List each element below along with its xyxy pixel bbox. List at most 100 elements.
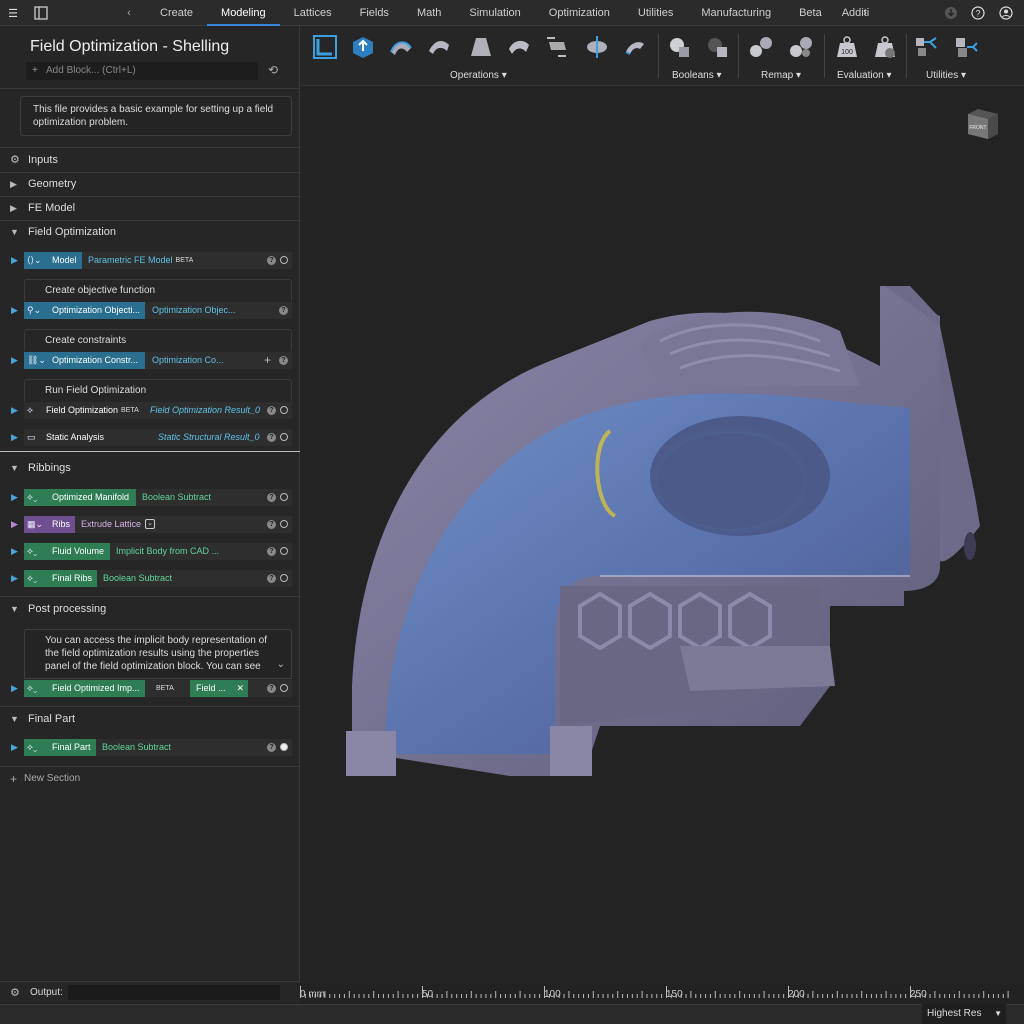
tab-create[interactable]: Create	[146, 0, 207, 26]
run-block-icon[interactable]: ▶	[11, 429, 18, 446]
boolean-union-icon[interactable]	[666, 34, 692, 60]
output-field[interactable]	[68, 985, 280, 1000]
tab-math[interactable]: Math	[403, 0, 455, 26]
constraint-icon: ⛓⌄	[27, 355, 46, 365]
tabs-scroll-left-icon[interactable]: ‹	[116, 0, 142, 26]
block-output-value: Boolean Subtract	[103, 573, 173, 583]
block-fluid-volume[interactable]: ▶ ⟡⌄ Fluid Volume Implicit Body from CAD…	[11, 543, 292, 560]
route-icon[interactable]	[914, 34, 940, 60]
help-icon[interactable]: ?	[267, 574, 276, 583]
help-icon[interactable]: ?	[279, 356, 288, 365]
help-icon[interactable]: ?	[267, 520, 276, 529]
tab-modeling[interactable]: Modeling	[207, 0, 280, 26]
account-icon[interactable]	[993, 0, 1019, 26]
group-evaluation[interactable]: Evaluation ▾	[837, 70, 892, 81]
block-optimization-objective[interactable]: ▶ ⚲⌄ Optimization Objecti... Optimizatio…	[11, 302, 292, 319]
smooth-icon[interactable]	[426, 34, 452, 60]
blend-icon[interactable]	[506, 34, 532, 60]
run-block-icon[interactable]: ▶	[11, 252, 18, 269]
boolean-icon: ⟡⌄	[27, 683, 38, 693]
help-icon[interactable]: ?	[267, 433, 276, 442]
ruler-label: 250	[910, 989, 927, 1000]
output-chip[interactable]: Field ... ✕	[190, 680, 248, 697]
section-fe-model[interactable]: ▶ FE Model	[0, 197, 300, 219]
run-block-icon[interactable]: ▶	[11, 516, 18, 533]
remap-field-icon[interactable]	[788, 34, 814, 60]
mass-weight-icon[interactable]: 100	[834, 34, 860, 60]
block-field-optimized-implicit[interactable]: ▶ ⟡⌄ Field Optimized Imp... BETA Field .…	[11, 680, 292, 697]
help-icon[interactable]: ?	[267, 493, 276, 502]
help-icon[interactable]: ?	[279, 306, 288, 315]
run-block-icon[interactable]: ▶	[11, 302, 18, 319]
run-block-icon[interactable]: ▶	[11, 570, 18, 587]
run-block-icon[interactable]: ▶	[11, 680, 18, 697]
group-utilities[interactable]: Utilities ▾	[926, 70, 966, 81]
add-icon[interactable]: +	[264, 352, 271, 369]
pipe-icon[interactable]	[622, 34, 648, 60]
shell-icon[interactable]	[312, 34, 338, 60]
block-chip: ⟡⌄ Optimized Manifold	[24, 489, 136, 506]
new-section-button[interactable]: + New Section	[0, 768, 300, 790]
evaluate-icon[interactable]	[872, 34, 898, 60]
section-geometry[interactable]: ▶ Geometry	[0, 173, 300, 195]
run-block-icon[interactable]: ▶	[11, 543, 18, 560]
3d-viewport[interactable]: FRONT	[300, 86, 1024, 984]
tab-lattices[interactable]: Lattices	[280, 0, 346, 26]
resolution-select[interactable]: Highest Res ▼	[922, 1004, 1006, 1024]
help-icon[interactable]: ?	[267, 684, 276, 693]
boolean-subtract-icon[interactable]	[704, 34, 730, 60]
fillet-icon[interactable]	[468, 34, 494, 60]
run-block-icon[interactable]: ▶	[11, 402, 18, 419]
transform-icon[interactable]	[544, 34, 570, 60]
group-booleans[interactable]: Booleans ▾	[672, 70, 722, 81]
tab-manufacturing[interactable]: Manufacturing	[687, 0, 785, 26]
tab-simulation[interactable]: Simulation	[455, 0, 534, 26]
block-static-analysis[interactable]: ▶ ▭ Static Analysis Static Structural Re…	[11, 429, 292, 446]
group-remap[interactable]: Remap ▾	[761, 70, 801, 81]
download-icon[interactable]	[938, 0, 964, 26]
offset-icon[interactable]	[350, 34, 376, 60]
thicken-icon[interactable]	[388, 34, 414, 60]
tab-beta[interactable]: Beta	[785, 0, 836, 26]
section-post-processing[interactable]: ▼ Post processing	[0, 598, 300, 620]
gear-icon[interactable]: ⚙	[10, 986, 20, 999]
section-ribbings[interactable]: ▼ Ribbings	[0, 457, 300, 479]
block-field-optimization[interactable]: ▶ ⟡ Field Optimization BETA Field Optimiz…	[11, 402, 292, 419]
block-optimized-manifold[interactable]: ▶ ⟡⌄ Optimized Manifold Boolean Subtract…	[11, 489, 292, 506]
tab-optimization[interactable]: Optimization	[535, 0, 624, 26]
block-chip: ⚲⌄ Optimization Objecti...	[24, 302, 145, 319]
tab-fields[interactable]: Fields	[346, 0, 403, 26]
block-chip: ▦⌄ Ribs	[24, 516, 75, 533]
split-body-icon[interactable]	[954, 34, 980, 60]
run-block-icon[interactable]: ▶	[11, 352, 18, 369]
remap-icon[interactable]	[748, 34, 774, 60]
chevron-down-icon[interactable]: ⌄	[277, 658, 285, 671]
hamburger-menu-icon[interactable]: ☰	[0, 0, 26, 26]
help-icon[interactable]: ?	[965, 0, 991, 26]
add-block-input[interactable]: + Add Block... (Ctrl+L)	[26, 62, 258, 80]
section-final-part[interactable]: ▼ Final Part	[0, 708, 300, 730]
section-inputs[interactable]: ⚙ Inputs	[0, 149, 300, 171]
block-model[interactable]: ▶ ⟨⟩⌄ Model Parametric FE Model BETA ?	[11, 252, 292, 269]
help-icon[interactable]: ?	[267, 547, 276, 556]
panel-toggle-icon[interactable]	[28, 0, 54, 26]
history-icon[interactable]: ⟲	[268, 63, 278, 77]
group-operations[interactable]: Operations ▾	[450, 70, 507, 81]
status-dot-icon	[280, 743, 288, 751]
block-optimization-constraints[interactable]: ▶ ⛓⌄ Optimization Constr... Optimization…	[11, 352, 292, 369]
split-icon[interactable]	[584, 34, 610, 60]
run-block-icon[interactable]: ▶	[11, 489, 18, 506]
help-icon[interactable]: ?	[267, 406, 276, 415]
block-final-part[interactable]: ▶ ⟡⌄ Final Part Boolean Subtract ?	[11, 739, 292, 756]
tabs-scroll-right-icon[interactable]: ›	[852, 0, 878, 26]
chevron-down-icon[interactable]: ⌄	[145, 519, 155, 529]
help-icon[interactable]: ?	[267, 256, 276, 265]
run-block-icon[interactable]: ▶	[11, 739, 18, 756]
close-icon[interactable]: ✕	[236, 680, 244, 697]
section-field-optimization[interactable]: ▼ Field Optimization	[0, 221, 300, 243]
block-ribs[interactable]: ▶ ▦⌄ Ribs Extrude Lattice ⌄ ?	[11, 516, 292, 533]
divider	[0, 766, 300, 767]
block-final-ribs[interactable]: ▶ ⟡⌄ Final Ribs Boolean Subtract ?	[11, 570, 292, 587]
help-icon[interactable]: ?	[267, 743, 276, 752]
tab-utilities[interactable]: Utilities	[624, 0, 687, 26]
